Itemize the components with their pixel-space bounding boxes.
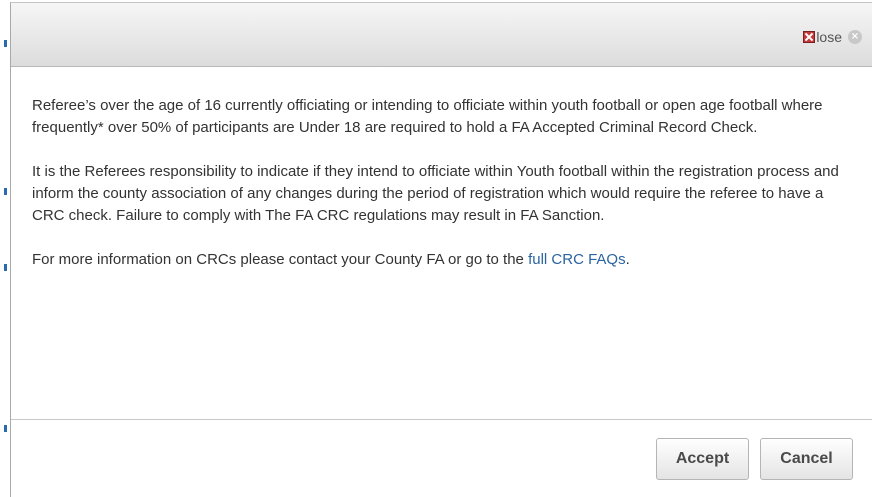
close-button[interactable]: lose ×: [803, 28, 862, 46]
page-edge-mark: [4, 264, 7, 271]
accept-button[interactable]: Accept: [656, 438, 749, 480]
crc-dialog: lose × Referee’s over the age of 16 curr…: [10, 2, 872, 497]
page-edge-mark: [4, 40, 7, 47]
crc-faqs-link[interactable]: full CRC FAQs: [528, 251, 626, 268]
dialog-footer: Accept Cancel: [11, 419, 872, 497]
paragraph-more-info: For more information on CRCs please cont…: [32, 249, 852, 271]
background-page-edge: [0, 0, 10, 497]
more-info-end: .: [625, 251, 630, 268]
dialog-content: Referee’s over the age of 16 currently o…: [32, 95, 852, 293]
paragraph-age-requirement: Referee’s over the age of 16 currently o…: [32, 97, 823, 136]
close-icon[interactable]: ×: [848, 30, 862, 44]
page-edge-mark: [4, 425, 7, 432]
dialog-titlebar: lose ×: [11, 3, 872, 67]
page-edge-mark: [4, 188, 7, 195]
close-label: lose: [816, 29, 842, 45]
more-info-text: For more information on CRCs please cont…: [32, 251, 529, 268]
broken-image-icon: [803, 31, 816, 43]
cancel-button[interactable]: Cancel: [760, 438, 853, 480]
paragraph-responsibility: It is the Referees responsibility to ind…: [32, 163, 839, 224]
